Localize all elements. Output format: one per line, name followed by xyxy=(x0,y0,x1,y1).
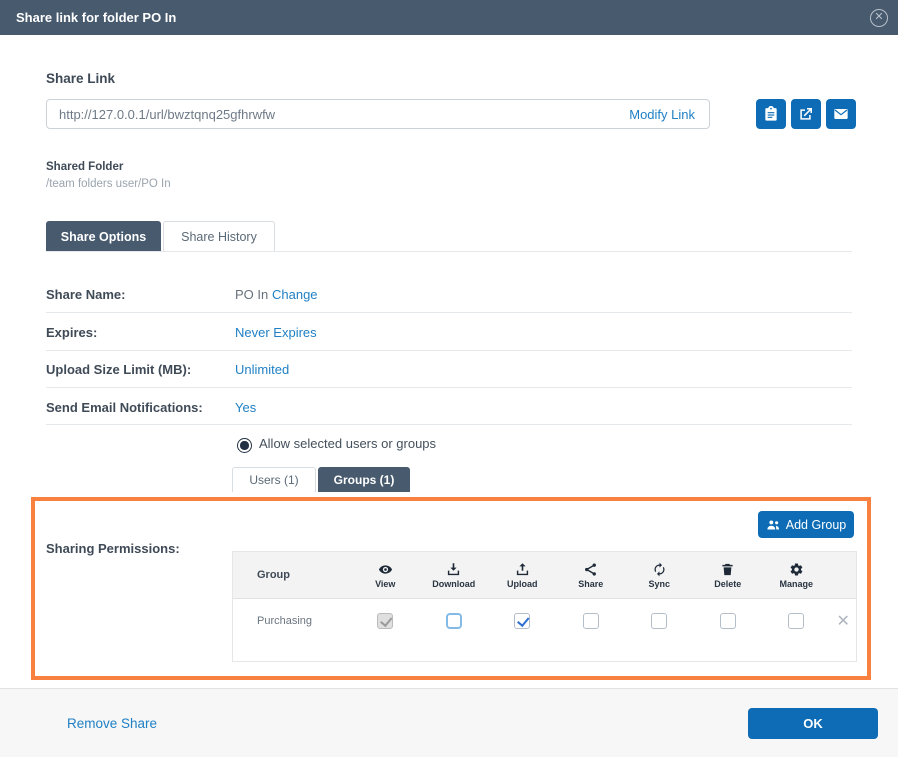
column-view: View xyxy=(351,562,420,589)
checkbox-sync[interactable] xyxy=(651,613,667,629)
tab-share-history[interactable]: Share History xyxy=(163,221,275,252)
checkbox-download[interactable] xyxy=(446,613,462,629)
shared-folder-path: /team folders user/PO In xyxy=(46,178,171,190)
column-delete: Delete xyxy=(694,562,763,589)
download-column-label: Download xyxy=(432,579,475,589)
trash-icon xyxy=(720,562,735,577)
upload-size-limit-label: Upload Size Limit (MB): xyxy=(46,362,191,377)
tab-users[interactable]: Users (1) xyxy=(232,467,316,492)
column-share: Share xyxy=(557,562,626,589)
tab-groups[interactable]: Groups (1) xyxy=(318,467,410,492)
share-name-label: Share Name: xyxy=(46,287,125,302)
column-sync: Sync xyxy=(625,562,694,589)
expires-value[interactable]: Never Expires xyxy=(235,325,317,340)
share-column-label: Share xyxy=(578,579,603,589)
upload-column-label: Upload xyxy=(507,579,538,589)
row-divider xyxy=(46,424,852,425)
group-column-header: Group xyxy=(233,569,351,581)
row-divider xyxy=(46,350,852,351)
dialog-title: Share link for folder PO In xyxy=(16,10,176,25)
upload-icon xyxy=(515,562,530,577)
change-share-name-link[interactable]: Change xyxy=(272,287,318,302)
checkbox-view xyxy=(377,613,393,629)
share-dialog: Share link for folder PO In ✕ Share Link… xyxy=(0,0,898,757)
permissions-table: Group View Download Upload Share Sync xyxy=(232,551,857,662)
group-name: Purchasing xyxy=(233,615,351,627)
modify-link-button[interactable]: Modify Link xyxy=(629,107,709,122)
tab-share-options[interactable]: Share Options xyxy=(46,221,161,252)
sync-column-label: Sync xyxy=(648,579,670,589)
email-icon xyxy=(833,106,849,122)
email-link-button[interactable] xyxy=(826,99,856,129)
share-link-url[interactable]: http://127.0.0.1/url/bwztqnq25gfhrwfw xyxy=(47,107,629,122)
column-upload: Upload xyxy=(488,562,557,589)
view-column-label: View xyxy=(375,579,395,589)
dialog-titlebar: Share link for folder PO In xyxy=(0,0,898,35)
upload-size-limit-value[interactable]: Unlimited xyxy=(235,362,289,377)
open-in-new-icon xyxy=(798,106,814,122)
row-divider xyxy=(46,387,852,388)
remove-group-icon[interactable]: ✕ xyxy=(831,611,857,631)
share-name-value: PO In xyxy=(235,287,268,302)
copy-link-button[interactable] xyxy=(756,99,786,129)
shared-folder-label: Shared Folder xyxy=(46,161,123,173)
manage-column-label: Manage xyxy=(779,579,813,589)
expires-label: Expires: xyxy=(46,325,97,340)
open-link-button[interactable] xyxy=(791,99,821,129)
checkbox-delete[interactable] xyxy=(720,613,736,629)
allow-selected-radio-label: Allow selected users or groups xyxy=(259,436,436,451)
send-email-notifications-label: Send Email Notifications: xyxy=(46,400,203,415)
share-nodes-icon xyxy=(583,562,598,577)
sharing-permissions-label: Sharing Permissions: xyxy=(46,541,180,556)
send-email-notifications-value[interactable]: Yes xyxy=(235,400,256,415)
eye-icon xyxy=(378,562,393,577)
remove-share-link[interactable]: Remove Share xyxy=(67,716,157,731)
column-manage: Manage xyxy=(762,562,831,589)
sync-icon xyxy=(652,562,667,577)
share-link-label: Share Link xyxy=(46,71,115,86)
checkbox-share[interactable] xyxy=(583,613,599,629)
add-group-button[interactable]: Add Group xyxy=(758,511,854,538)
dialog-footer: Remove Share OK xyxy=(0,688,898,757)
close-icon[interactable]: ✕ xyxy=(870,9,888,27)
download-icon xyxy=(446,562,461,577)
share-link-input[interactable]: http://127.0.0.1/url/bwztqnq25gfhrwfw Mo… xyxy=(46,99,710,129)
row-divider xyxy=(46,312,852,313)
tabs-divider xyxy=(46,251,852,252)
permissions-table-header: Group View Download Upload Share Sync xyxy=(233,552,856,599)
ok-button[interactable]: OK xyxy=(748,708,878,739)
checkbox-manage[interactable] xyxy=(788,613,804,629)
add-group-label: Add Group xyxy=(786,518,846,532)
clipboard-icon xyxy=(763,106,779,122)
permissions-table-row: Purchasing ✕ xyxy=(233,599,856,642)
gear-icon xyxy=(789,562,804,577)
group-people-icon xyxy=(766,517,781,532)
checkbox-upload[interactable] xyxy=(514,613,530,629)
allow-selected-radio[interactable] xyxy=(237,438,252,453)
column-download: Download xyxy=(420,562,489,589)
delete-column-label: Delete xyxy=(714,579,741,589)
